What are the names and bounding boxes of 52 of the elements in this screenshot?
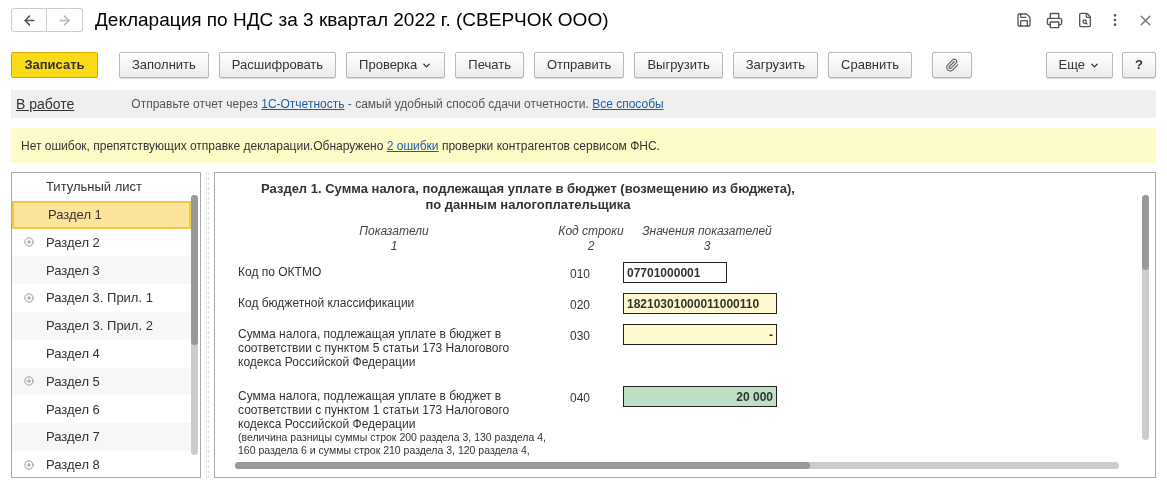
save-button[interactable]: Записать	[11, 52, 98, 78]
value-field[interactable]: 20 000	[623, 386, 777, 407]
toolbar-button[interactable]: Выгрузить	[634, 52, 723, 78]
print-icon[interactable]	[1046, 11, 1063, 29]
section-item[interactable]: Раздел 1	[12, 200, 191, 229]
preview-icon[interactable]	[1077, 12, 1093, 28]
more-button[interactable]: Еще	[1045, 52, 1114, 78]
column-number: 2	[587, 239, 595, 254]
paperclip-icon	[944, 58, 959, 72]
row-code: 010	[569, 266, 592, 283]
errors-link[interactable]: 2 ошибки	[386, 138, 439, 153]
column-header: Значения показателей	[642, 224, 772, 239]
column-header: Показатели	[359, 224, 429, 239]
row-note: (величина разницы суммы строк 200 раздела 3, 130 раздела 4,	[238, 431, 546, 444]
toolbar-button[interactable]: Загрузить	[732, 52, 819, 78]
help-button[interactable]: ?	[1122, 52, 1156, 78]
status-text: Отправьте отчет через 1С-Отчетность - самый удобный способ сдачи отчетности. Все способы	[131, 96, 664, 113]
row-label: Сумма налога, подлежащая уплате в бюджет в соответствии с пунктом 5 статьи 173 Налогового кодекса Российской Федерации	[238, 327, 511, 369]
all-methods-link[interactable]: Все способы	[592, 97, 664, 111]
attach-button[interactable]	[931, 52, 972, 78]
row-code: 020	[569, 297, 592, 314]
value-field[interactable]: 07701000001	[623, 262, 727, 283]
toolbar-button[interactable]: Проверка	[346, 52, 446, 78]
section-subtitle: по данным налогоплательщика	[425, 197, 631, 213]
row-label: Код по ОКТМО	[238, 265, 323, 279]
section-item[interactable]: Раздел 7	[12, 423, 191, 451]
column-header: Код строки	[558, 224, 624, 239]
section-item[interactable]: Раздел 5	[12, 367, 191, 396]
row-label: Код бюджетной классификации	[238, 296, 416, 310]
window-title: Декларация по НДС за 3 квартал 2022 г. (СВЕРЧОК ООО)	[95, 7, 609, 32]
back-button[interactable]	[11, 8, 47, 32]
column-number: 3	[703, 239, 711, 254]
notice-text: Нет ошибок, препятствующих отправке декларации.Обнаружено 2 ошибки проверки контрагентов сервисом ФНС.	[21, 137, 660, 155]
status-link[interactable]: В работе	[16, 93, 75, 115]
value-field[interactable]: 18210301000011000110	[623, 293, 777, 314]
row-note: 160 раздела 6 и суммы строк 210 раздела 3, 120 раздела 4,	[238, 444, 530, 457]
row-code: 040	[569, 390, 592, 407]
service-link[interactable]: 1С-Отчетность	[261, 97, 345, 111]
toolbar-button[interactable]: Отправить	[533, 52, 625, 78]
value-field[interactable]: -	[623, 324, 777, 345]
toolbar-button[interactable]: Печать	[455, 52, 524, 78]
section-item[interactable]: Раздел 3. Прил. 2	[12, 312, 191, 340]
section-item[interactable]: Раздел 3	[12, 256, 191, 285]
row-code: 030	[569, 328, 592, 345]
toolbar-button[interactable]: Расшифровать	[218, 52, 337, 78]
back-arrow-icon	[21, 12, 37, 28]
column-number: 1	[390, 239, 398, 254]
row-label: Сумма налога, подлежащая уплате в бюджет в соответствии с пунктом 1 статьи 173 Налогового кодекса Российской Федерации	[238, 389, 511, 431]
toolbar-button[interactable]: Сравнить	[828, 52, 912, 78]
save-icon[interactable]	[1016, 12, 1032, 28]
section-title: Раздел 1. Сумма налога, подлежащая уплате в бюджет (возмещению из бюджета),	[261, 181, 795, 197]
toolbar-button[interactable]: Заполнить	[119, 52, 209, 78]
